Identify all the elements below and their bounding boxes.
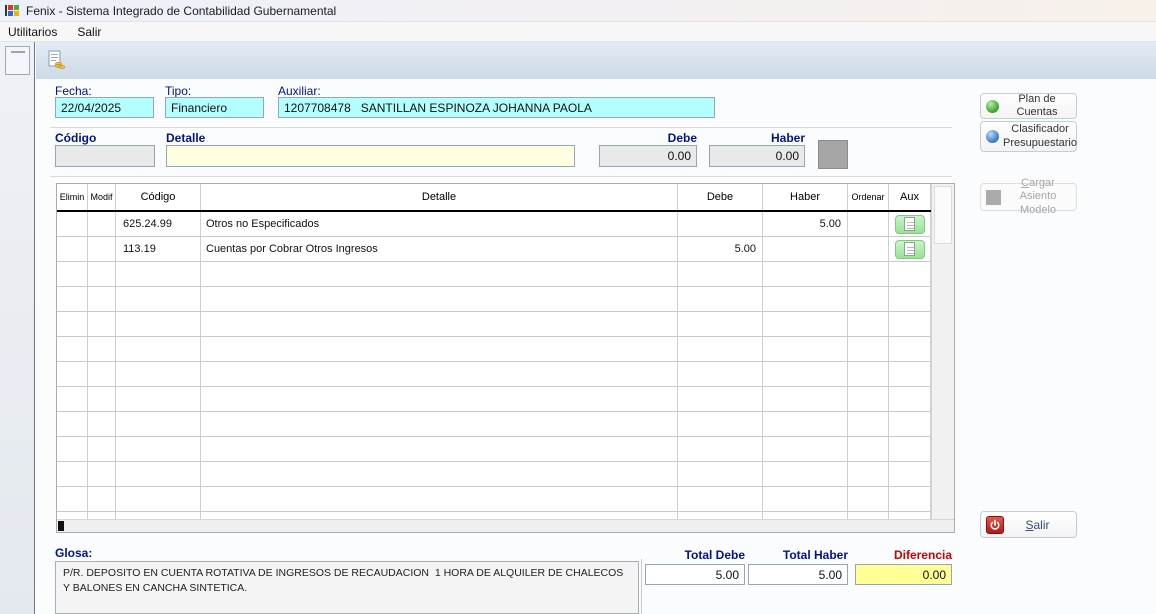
separator <box>50 176 952 177</box>
debe-cell: 5.00 <box>678 237 763 262</box>
table-row-empty <box>57 437 931 462</box>
add-entry-button[interactable] <box>818 140 848 169</box>
haber-cell <box>763 237 848 262</box>
blue-sphere-icon <box>986 130 999 143</box>
total-haber-label: Total Haber <box>748 548 848 562</box>
modif-cell[interactable] <box>88 212 116 237</box>
diferencia-label: Diferencia <box>855 548 952 562</box>
debe-cell <box>678 212 763 237</box>
menu-utilitarios[interactable]: Utilitarios <box>0 22 67 42</box>
auxiliar-field[interactable]: 1207708478 SANTILLAN ESPINOZA JOHANNA PA… <box>278 97 715 118</box>
header-modif: Modif <box>88 184 116 210</box>
table-row-empty <box>57 412 931 437</box>
table-row: 625.24.99 Otros no Especificados 5.00 <box>57 212 931 237</box>
codigo-cell: 113.19 <box>116 237 201 262</box>
app-window-icon <box>4 3 20 19</box>
vertical-scrollbar[interactable] <box>931 184 954 519</box>
fecha-field[interactable]: 22/04/2025 <box>55 97 154 118</box>
salir-label: Salir <box>1004 518 1071 532</box>
glosa-label: Glosa: <box>55 546 92 560</box>
header-detalle: Detalle <box>201 184 678 210</box>
table-row-empty <box>57 462 931 487</box>
table-row-empty <box>57 362 931 387</box>
separator <box>50 127 952 128</box>
aux-button[interactable] <box>895 240 925 259</box>
sidebar-grip[interactable] <box>5 46 30 75</box>
salir-button[interactable]: Salir <box>980 511 1077 538</box>
detalle-label: Detalle <box>166 131 205 145</box>
haber-label: Haber <box>709 131 805 145</box>
table-grid: Elimin Modif Código Detalle Debe Haber O… <box>57 184 931 519</box>
clasificador-presupuestario-button[interactable]: ClasificadorPresupuestario <box>980 121 1077 152</box>
vertical-scrollbar-thumb[interactable] <box>934 186 952 244</box>
header-debe: Debe <box>678 184 763 210</box>
application-window: Fenix - Sistema Integrado de Contabilida… <box>0 0 1156 614</box>
header-ordenar: Ordenar <box>848 184 889 210</box>
codigo-label: Código <box>55 131 96 145</box>
table-row-empty <box>57 287 931 312</box>
table-row-empty <box>57 337 931 362</box>
codigo-input[interactable] <box>55 145 155 167</box>
left-sidebar <box>0 42 35 614</box>
title-bar: Fenix - Sistema Integrado de Contabilida… <box>0 0 1156 22</box>
diferencia-field: 0.00 <box>855 564 952 585</box>
table-row-empty <box>57 387 931 412</box>
tipo-label: Tipo: <box>165 84 191 98</box>
gray-square-icon <box>986 190 1001 205</box>
grip-line-icon <box>11 51 25 53</box>
detalle-cell: Cuentas por Cobrar Otros Ingresos <box>201 237 678 262</box>
divider <box>641 559 642 614</box>
detalle-input[interactable] <box>166 145 575 167</box>
menu-bar: Utilitarios Salir <box>0 22 1156 42</box>
codigo-cell: 625.24.99 <box>116 212 201 237</box>
aux-button[interactable] <box>895 215 925 234</box>
menu-salir[interactable]: Salir <box>67 22 111 42</box>
header-aux: Aux <box>889 184 931 210</box>
cargar-asiento-label: Cargar AsientoModelo <box>1005 177 1071 217</box>
header-elimin: Elimin <box>57 184 88 210</box>
glosa-textarea[interactable]: P/R. DEPOSITO EN CUENTA ROTATIVA DE INGR… <box>55 561 639 614</box>
power-icon <box>986 516 1004 534</box>
header-codigo: Código <box>116 184 201 210</box>
entries-table: Elimin Modif Código Detalle Debe Haber O… <box>56 183 955 533</box>
tipo-field[interactable]: Financiero <box>165 97 264 118</box>
haber-cell: 5.00 <box>763 212 848 237</box>
document-coins-icon[interactable] <box>46 50 66 70</box>
table-row-empty <box>57 512 931 519</box>
debe-label: Debe <box>599 131 697 145</box>
detalle-cell: Otros no Especificados <box>201 212 678 237</box>
plan-de-cuentas-button[interactable]: Plan de Cuentas <box>980 93 1077 119</box>
green-sphere-icon <box>986 100 999 113</box>
elimin-cell[interactable] <box>57 212 88 237</box>
ordenar-cell[interactable] <box>848 212 889 237</box>
table-header-row: Elimin Modif Código Detalle Debe Haber O… <box>57 184 931 212</box>
table-row: 113.19 Cuentas por Cobrar Otros Ingresos… <box>57 237 931 262</box>
total-debe-label: Total Debe <box>645 548 745 562</box>
table-row-empty <box>57 262 931 287</box>
debe-input[interactable]: 0.00 <box>599 145 697 167</box>
header-haber: Haber <box>763 184 848 210</box>
clasificador-label: ClasificadorPresupuestario <box>1003 123 1077 149</box>
fecha-label: Fecha: <box>55 84 92 98</box>
document-icon <box>904 217 915 231</box>
total-debe-field: 5.00 <box>645 564 745 585</box>
table-row-empty <box>57 487 931 512</box>
total-haber-field: 5.00 <box>748 564 848 585</box>
window-title: Fenix - Sistema Integrado de Contabilida… <box>26 4 336 18</box>
document-icon <box>904 242 915 256</box>
plan-de-cuentas-label: Plan de Cuentas <box>1003 93 1071 119</box>
horizontal-scrollbar[interactable] <box>57 519 954 532</box>
table-row-empty <box>57 312 931 337</box>
cargar-asiento-modelo-button[interactable]: Cargar AsientoModelo <box>980 183 1077 211</box>
haber-input[interactable]: 0.00 <box>709 145 805 167</box>
toolbar <box>36 42 1156 79</box>
ordenar-cell[interactable] <box>848 237 889 262</box>
horizontal-scrollbar-thumb[interactable] <box>58 521 64 531</box>
elimin-cell[interactable] <box>57 237 88 262</box>
auxiliar-label: Auxiliar: <box>278 84 321 98</box>
modif-cell[interactable] <box>88 237 116 262</box>
